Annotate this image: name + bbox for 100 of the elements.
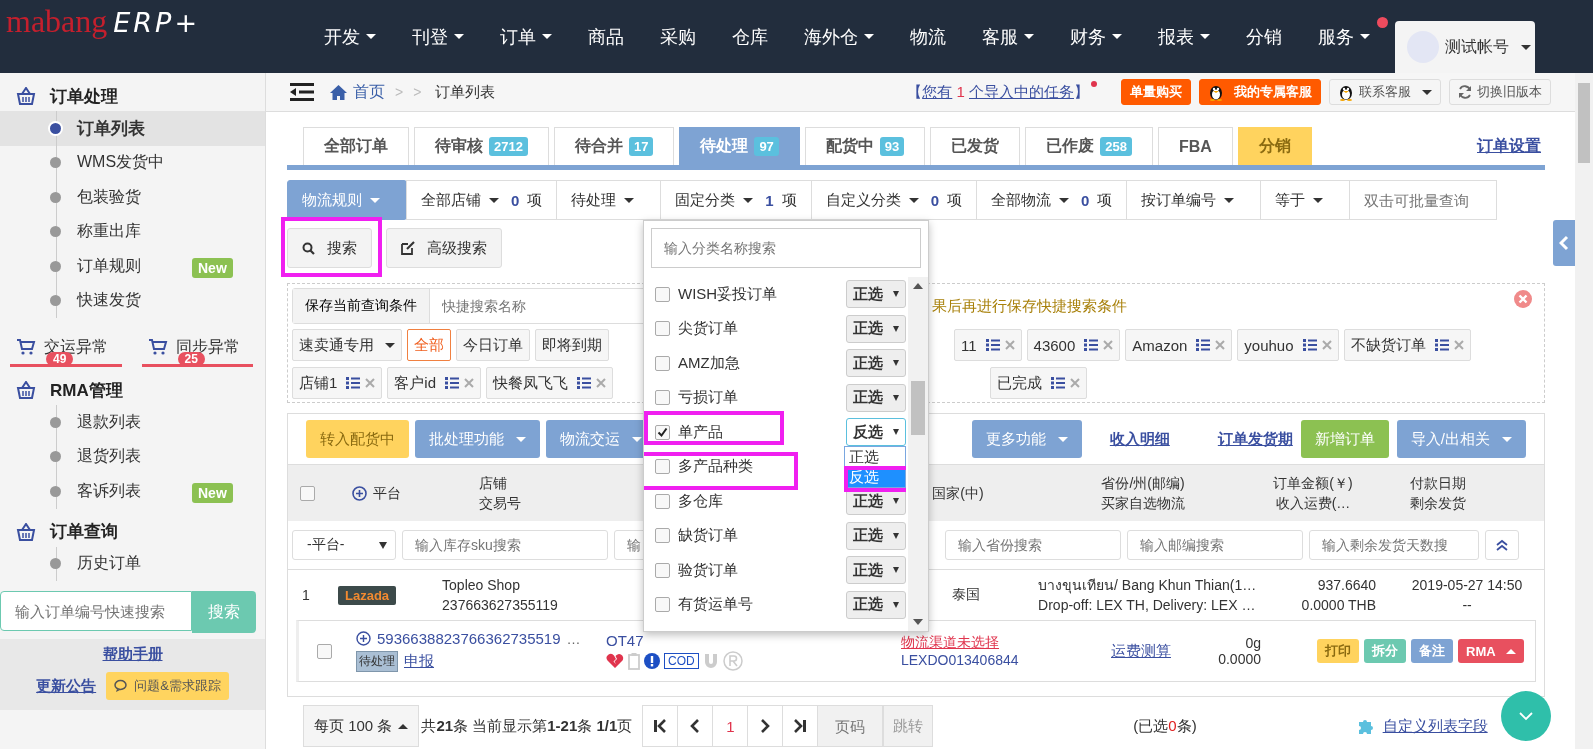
status-tab[interactable]: FBA <box>1158 127 1233 165</box>
nav-menu-item[interactable]: 采购 <box>642 16 714 57</box>
close-icon[interactable] <box>1004 340 1015 350</box>
task-link[interactable]: 您有 <box>922 83 953 100</box>
close-icon[interactable] <box>596 378 607 388</box>
header-button[interactable]: 切换旧版本 <box>1449 79 1551 105</box>
close-icon[interactable] <box>1215 340 1226 350</box>
nav-menu-item[interactable]: 分销 <box>1228 16 1300 57</box>
category-label[interactable]: AMZ加急 <box>678 353 740 373</box>
action-link[interactable]: 收入明细 <box>1109 429 1170 449</box>
order-settings-link[interactable]: 订单设置 <box>1477 136 1541 157</box>
sidebar-item[interactable]: WMS发货中 <box>0 145 265 180</box>
declare-link[interactable]: 申报 <box>404 652 434 671</box>
next-page-button[interactable] <box>747 705 784 747</box>
checkbox[interactable] <box>655 424 670 440</box>
filter-dropdown[interactable]: 全部店铺 0 项 <box>406 180 558 220</box>
close-icon[interactable] <box>464 378 475 388</box>
saved-filter-chip[interactable]: 11 <box>954 329 1022 361</box>
mode-select[interactable]: 正选 <box>846 383 906 412</box>
status-tab[interactable]: 已作废 258 <box>1025 127 1154 165</box>
page-number-field[interactable]: 页码 <box>817 705 884 747</box>
saved-filter-chip[interactable]: youhuo <box>1237 329 1339 361</box>
custom-columns-link[interactable]: 自定义列表字段 <box>1382 716 1488 736</box>
category-search-field[interactable]: 输入分类名称搜索 <box>651 228 921 268</box>
order-number[interactable]: 5936638823766362735519 <box>377 630 561 647</box>
mode-option[interactable]: 正选 <box>845 447 905 467</box>
nav-menu-item[interactable]: 仓库 <box>714 16 786 57</box>
status-tab[interactable]: 待审核 2712 <box>414 127 549 165</box>
account-menu[interactable]: 测试帐号 <box>1395 21 1535 73</box>
column-filter-field[interactable]: 输入邮编搜索 <box>1127 530 1303 560</box>
action-link[interactable]: 订单发货期 <box>1217 429 1293 449</box>
nav-menu-item[interactable]: 开发 <box>306 16 394 57</box>
mode-select[interactable]: 正选 <box>846 280 906 309</box>
nav-menu-item[interactable]: 客服 <box>964 16 1052 57</box>
close-icon[interactable] <box>1103 340 1114 350</box>
side-panel-toggle[interactable] <box>1553 220 1575 266</box>
nav-menu-item[interactable]: 报表 <box>1140 16 1228 57</box>
freight-estimate-link[interactable]: 运费测算 <box>1111 641 1201 661</box>
last-page-button[interactable] <box>782 705 819 747</box>
status-tab[interactable]: 全部订单 <box>303 127 409 165</box>
status-tab[interactable]: 分销 <box>1237 127 1312 165</box>
collapse-button[interactable] <box>1485 530 1519 560</box>
checkbox[interactable] <box>655 390 670 406</box>
column-filter-field[interactable]: 输入省份搜索 <box>945 530 1121 560</box>
menu-collapse-icon[interactable] <box>290 82 314 102</box>
header-button[interactable]: 联系客服 <box>1329 79 1441 105</box>
mode-select[interactable]: 正选 <box>846 349 906 378</box>
sidebar-item[interactable]: 订单列表 <box>0 111 265 146</box>
sidebar-item[interactable]: 包装验货 <box>0 180 265 215</box>
close-icon[interactable] <box>1070 378 1081 388</box>
nav-menu-item[interactable]: 订单 <box>482 16 570 57</box>
row-action-button[interactable]: 打印 <box>1317 639 1359 663</box>
quick-filter-chip[interactable]: 即将到期 <box>535 329 609 361</box>
category-label[interactable]: 多仓库 <box>678 491 723 511</box>
category-label[interactable]: 亏损订单 <box>678 388 738 408</box>
nav-menu-item[interactable]: 商品 <box>570 16 642 57</box>
column-filter-field[interactable]: 输入库存sku搜索 <box>402 530 608 560</box>
batch-query-field[interactable]: 双击可批量查询 <box>1349 180 1498 220</box>
plus-circle-icon[interactable] <box>351 485 367 501</box>
saved-filter-chip[interactable]: 不缺货订单 <box>1343 329 1471 361</box>
filter-dropdown[interactable]: 按订单编号 <box>1126 180 1262 220</box>
scrollbar[interactable] <box>908 277 928 631</box>
checkbox[interactable] <box>655 562 670 578</box>
page-button[interactable]: 1 <box>712 705 749 747</box>
close-icon[interactable] <box>365 378 376 388</box>
filter-dropdown[interactable]: 等于 <box>1260 180 1351 220</box>
row-checkbox[interactable] <box>317 643 332 659</box>
category-label[interactable]: 验货订单 <box>678 560 738 580</box>
sidebar-item[interactable]: 退款列表 <box>0 405 265 440</box>
order-search-field[interactable]: 输入订单编号快速搜索 <box>0 591 192 631</box>
feedback-button[interactable]: 问题&需求跟踪 <box>106 672 229 700</box>
checkbox[interactable] <box>655 597 670 613</box>
mode-select[interactable]: 正选 <box>846 314 906 343</box>
category-label[interactable]: 缺货订单 <box>678 526 738 546</box>
search-button[interactable]: 搜索 <box>287 228 372 268</box>
filter-dropdown[interactable]: 全部物流 0 项 <box>976 180 1128 220</box>
close-icon[interactable] <box>1514 290 1532 308</box>
nav-menu-item[interactable]: 海外仓 <box>786 16 892 57</box>
saved-filter-chip[interactable]: 客户id <box>387 367 482 399</box>
channel-link[interactable]: 物流渠道未选择 <box>901 634 1111 652</box>
saved-filter-chip[interactable]: 店铺1 <box>292 367 383 399</box>
scrollbar[interactable] <box>1575 73 1593 749</box>
checkbox[interactable] <box>655 459 670 475</box>
category-label[interactable]: 有货运单号 <box>678 595 753 615</box>
announcement-link[interactable]: 更新公告 <box>36 676 97 696</box>
nav-menu-item[interactable]: 刊登 <box>394 16 482 57</box>
column-filter-field[interactable]: 输入剩余发货天数搜 <box>1309 530 1479 560</box>
row-action-button[interactable]: RMA <box>1458 639 1524 663</box>
page-size-select[interactable]: 每页 100 条 <box>303 705 420 747</box>
saved-filter-chip[interactable]: Amazon <box>1125 329 1233 361</box>
saved-filter-chip[interactable]: 快餐凤飞飞 <box>486 367 614 399</box>
action-button[interactable]: 转入配货中 <box>306 420 409 458</box>
logo[interactable]: mabang ERP+ <box>0 3 296 40</box>
close-icon[interactable] <box>1453 340 1464 350</box>
nav-menu-item[interactable]: 服务 <box>1300 16 1394 57</box>
filter-dropdown[interactable]: 固定分类 1 项 <box>660 180 812 220</box>
first-page-button[interactable] <box>642 705 679 747</box>
floating-button[interactable] <box>1501 691 1551 741</box>
breadcrumb-link[interactable]: 首页 <box>353 81 385 103</box>
nav-menu-item[interactable]: 物流 <box>892 16 964 57</box>
